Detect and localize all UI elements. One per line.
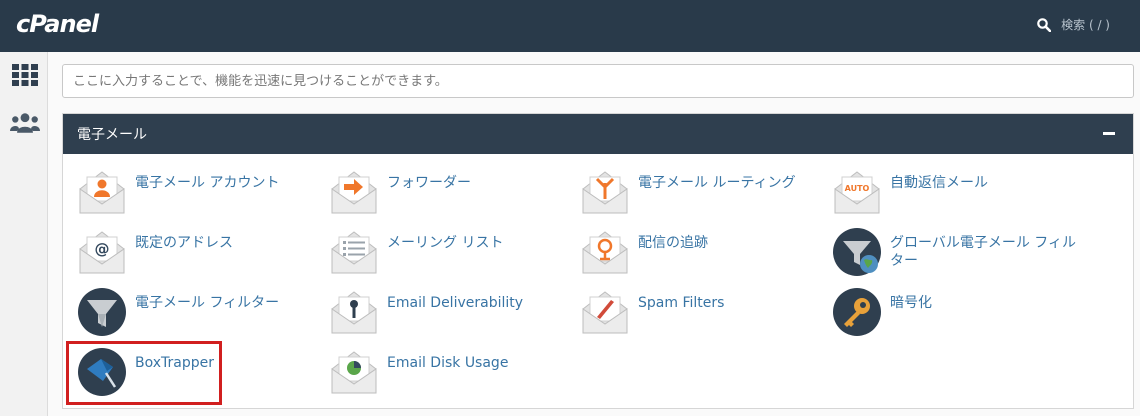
email-accounts-link[interactable]: 電子メール アカウント <box>77 167 335 217</box>
item-label: フォワーダー <box>387 175 471 191</box>
section-title: 電子メール <box>77 127 147 143</box>
boxtrapper-icon <box>78 348 126 396</box>
search-icon[interactable] <box>1037 17 1052 32</box>
email-disk-usage-icon <box>331 351 377 394</box>
cpanel-logo[interactable]: cPanel <box>16 10 99 38</box>
item-label: Spam Filters <box>638 295 725 311</box>
mailing-lists-link[interactable]: メーリング リスト <box>329 227 587 277</box>
email-deliverability-link[interactable]: Email Deliverability <box>329 287 587 337</box>
track-delivery-link[interactable]: 配信の追跡 <box>580 227 838 277</box>
boxtrapper-link[interactable]: BoxTrapper <box>77 347 335 397</box>
section-header[interactable]: 電子メール <box>63 114 1133 154</box>
sidebar <box>0 52 48 416</box>
autoresponders-icon: AUTO <box>834 171 880 214</box>
search-hint[interactable]: 検索 ( / ) <box>1061 16 1110 33</box>
item-label: グローバル電子メール フィルター <box>890 235 1077 269</box>
email-section: 電子メール 電子メール アカウント フォワーダー 電子メール ルーティング AU… <box>62 113 1134 409</box>
autoresponders-link[interactable]: AUTO 自動返信メール <box>832 167 1090 217</box>
global-email-filters-link[interactable]: グローバル電子メール フィルター <box>832 227 1090 277</box>
item-label: 電子メール アカウント <box>135 175 280 191</box>
svg-text:@: @ <box>95 240 110 258</box>
item-label: Email Disk Usage <box>387 355 509 371</box>
global-search[interactable]: 検索 ( / ) <box>1037 16 1110 33</box>
spam-filters-icon <box>582 291 628 334</box>
track-delivery-icon <box>582 231 628 274</box>
item-label: 既定のアドレス <box>135 235 233 251</box>
forwarders-link[interactable]: フォワーダー <box>329 167 587 217</box>
email-disk-usage-link[interactable]: Email Disk Usage <box>329 347 587 397</box>
item-label: 電子メール ルーティング <box>638 175 796 191</box>
item-label: 自動返信メール <box>890 175 988 191</box>
spam-filters-link[interactable]: Spam Filters <box>580 287 838 337</box>
email-deliverability-icon <box>331 291 377 334</box>
encryption-icon <box>833 288 881 336</box>
default-address-link[interactable]: @ 既定のアドレス <box>77 227 335 277</box>
email-accounts-icon <box>79 171 125 214</box>
top-bar: cPanel 検索 ( / ) <box>0 0 1140 52</box>
users-icon[interactable] <box>10 110 40 136</box>
default-address-icon: @ <box>79 231 125 274</box>
email-filters-link[interactable]: 電子メール フィルター <box>77 287 335 337</box>
encryption-link[interactable]: 暗号化 <box>832 287 1090 337</box>
email-routing-link[interactable]: 電子メール ルーティング <box>580 167 838 217</box>
feature-search-input[interactable] <box>62 64 1134 98</box>
item-label: 配信の追跡 <box>638 235 708 251</box>
item-label: Email Deliverability <box>387 295 524 311</box>
email-routing-icon <box>582 171 628 214</box>
forwarders-icon <box>331 171 377 214</box>
item-label: 電子メール フィルター <box>135 295 280 311</box>
email-filters-icon <box>78 288 126 336</box>
grid-icon[interactable] <box>10 62 40 88</box>
mailing-lists-icon <box>331 231 377 274</box>
item-label: メーリング リスト <box>387 235 504 251</box>
global-email-filters-icon <box>833 228 881 276</box>
item-label: BoxTrapper <box>135 355 214 371</box>
item-label: 暗号化 <box>890 295 932 311</box>
collapse-icon[interactable] <box>1103 132 1115 135</box>
svg-text:AUTO: AUTO <box>845 184 870 193</box>
